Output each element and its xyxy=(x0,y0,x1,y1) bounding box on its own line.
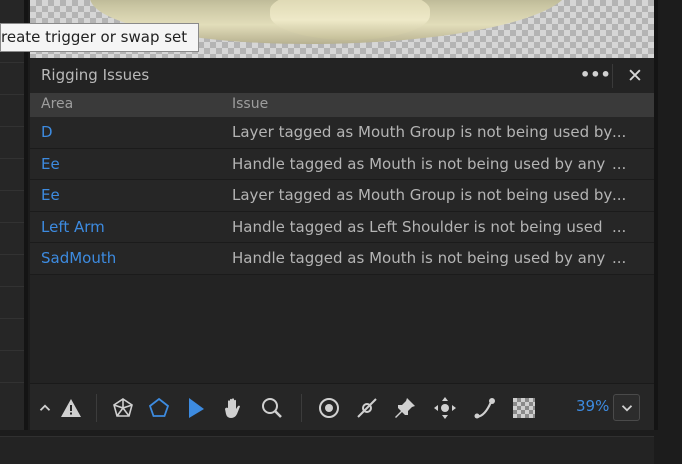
left-strip-row xyxy=(0,222,26,223)
bottom-toolbar: 39% xyxy=(30,383,654,430)
rigging-issues-panel: Rigging Issues ••• ✕ Area Issue D Layer … xyxy=(30,58,654,430)
row-issue-ellipsis: ... xyxy=(612,123,627,141)
close-icon[interactable]: ✕ xyxy=(623,64,647,88)
left-strip-row xyxy=(0,158,26,159)
status-bar xyxy=(0,436,654,464)
table-header: Area Issue xyxy=(30,93,654,117)
dragger-icon[interactable] xyxy=(432,395,458,421)
left-strip-row xyxy=(0,254,26,255)
row-issue-ellipsis: ... xyxy=(612,154,627,173)
left-strip-row xyxy=(0,94,26,95)
pin-icon[interactable] xyxy=(392,395,418,421)
more-options-icon[interactable]: ••• xyxy=(580,64,611,88)
row-issue-ellipsis: ... xyxy=(612,249,627,268)
row-area-link[interactable]: SadMouth xyxy=(41,249,116,267)
pentagon-icon[interactable] xyxy=(146,395,172,421)
zoom-icon[interactable] xyxy=(259,395,285,421)
toolbar-divider xyxy=(96,394,97,422)
warning-icon[interactable] xyxy=(58,395,84,421)
left-strip-row xyxy=(0,286,26,287)
tooltip: reate trigger or swap set xyxy=(0,23,199,52)
table-row[interactable]: Ee Handle tagged as Mouth is not being u… xyxy=(30,148,654,181)
table-row[interactable]: Ee Layer tagged as Mouth Group is not be… xyxy=(30,180,654,212)
row-issue-ellipsis: ... xyxy=(612,217,627,236)
row-area-link[interactable]: Ee xyxy=(41,155,60,173)
stick-icon[interactable] xyxy=(354,395,380,421)
row-area-link[interactable]: D xyxy=(41,123,53,141)
table-row[interactable]: D Layer tagged as Mouth Group is not bei… xyxy=(30,117,654,149)
left-strip-row xyxy=(0,62,26,63)
row-area-link[interactable]: Ee xyxy=(41,186,60,204)
header-divider xyxy=(612,64,613,88)
panel-header: Rigging Issues ••• ✕ xyxy=(30,58,654,93)
table-row[interactable]: SadMouth Handle tagged as Mouth is not b… xyxy=(30,243,654,275)
left-strip-row xyxy=(0,382,26,383)
left-strip-row xyxy=(0,350,26,351)
left-strip-row xyxy=(0,126,26,127)
transparency-grid-icon[interactable] xyxy=(511,395,537,421)
selection-arrow-icon[interactable] xyxy=(183,395,209,421)
row-area-link[interactable]: Left Arm xyxy=(41,218,105,236)
right-panel-strip xyxy=(658,0,682,464)
left-strip-row xyxy=(0,190,26,191)
row-issue-text: Layer tagged as Mouth Group is not being… xyxy=(232,123,613,141)
issues-table-body: D Layer tagged as Mouth Group is not bei… xyxy=(30,117,654,275)
mesh-icon[interactable] xyxy=(110,395,136,421)
bend-icon[interactable] xyxy=(472,395,498,421)
app-window: reate trigger or swap set Rigging Issues… xyxy=(0,0,682,464)
row-issue-text: Handle tagged as Mouth is not being used… xyxy=(232,249,606,268)
row-issue-text: Handle tagged as Mouth is not being used… xyxy=(232,154,606,173)
origin-target-icon[interactable] xyxy=(316,395,342,421)
column-header-area[interactable]: Area xyxy=(41,96,73,112)
panel-resize-divider[interactable] xyxy=(24,0,28,430)
panel-title: Rigging Issues xyxy=(41,66,150,84)
column-header-issue[interactable]: Issue xyxy=(232,96,268,112)
row-issue-text: Layer tagged as Mouth Group is not being… xyxy=(232,186,613,205)
toolbar-divider xyxy=(301,394,302,422)
chevron-down-icon xyxy=(621,404,632,412)
hand-icon[interactable] xyxy=(220,395,246,421)
row-issue-ellipsis: ... xyxy=(612,186,627,205)
chevron-up-icon[interactable] xyxy=(36,395,54,421)
left-strip-row xyxy=(0,318,26,319)
zoom-dropdown-button[interactable] xyxy=(613,394,640,421)
left-panel-strip xyxy=(0,0,26,430)
table-row[interactable]: Left Arm Handle tagged as Left Shoulder … xyxy=(30,211,654,244)
row-issue-text: Handle tagged as Left Shoulder is not be… xyxy=(232,217,603,236)
zoom-level[interactable]: 39% xyxy=(576,397,609,415)
